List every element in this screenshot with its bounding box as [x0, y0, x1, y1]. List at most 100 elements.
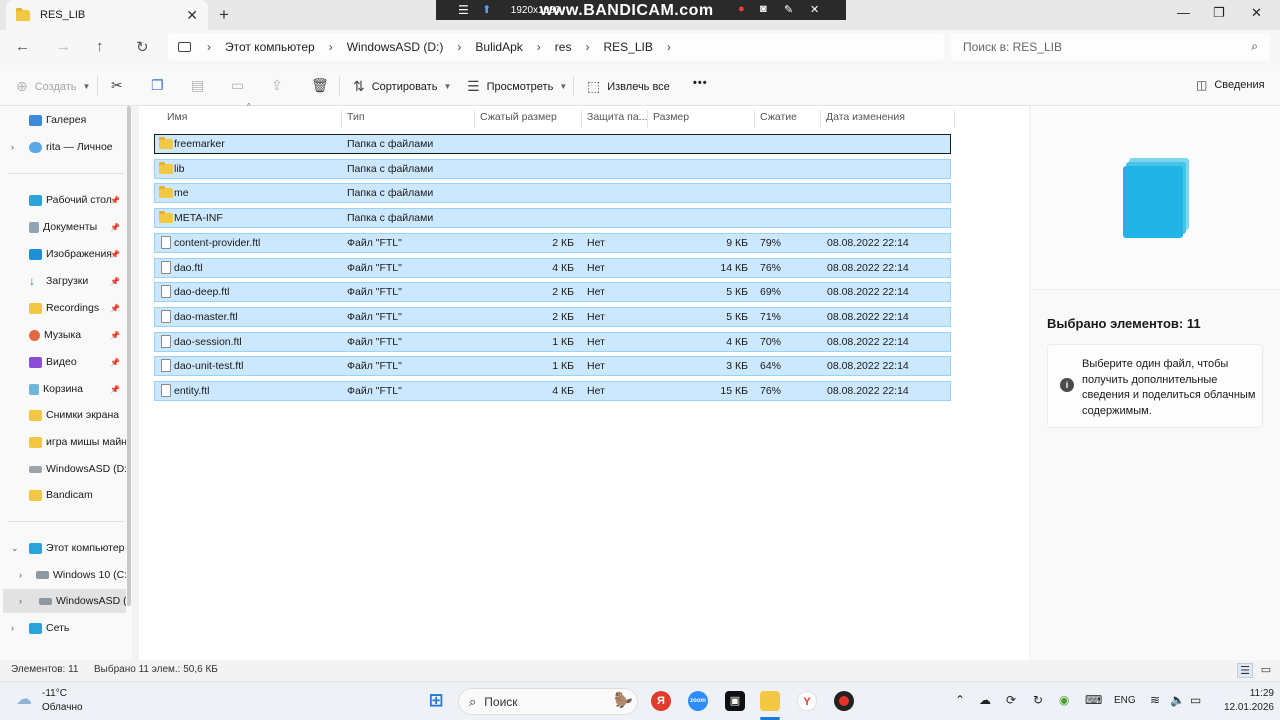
column-divider[interactable]: [647, 110, 648, 128]
language-indicator[interactable]: ENG: [1114, 695, 1136, 706]
sidebar-item-network[interactable]: › Сеть: [0, 616, 126, 640]
file-row[interactable]: dao.ftl Файл "FTL" 4 КБ Нет 14 КБ 76% 08.08.20…: [154, 257, 951, 278]
sidebar-item-gallery[interactable]: Галерея: [0, 108, 126, 132]
breadcrumb-separator[interactable]: ›: [537, 40, 541, 54]
folder-row[interactable]: lib Папка с файлами: [154, 158, 951, 179]
sidebar-item-drive-d-tree[interactable]: › WindowsASD (D: [3, 589, 126, 613]
sidebar-item-documents[interactable]: Документы 📌: [0, 215, 126, 239]
column-divider[interactable]: [581, 110, 582, 128]
cut-button[interactable]: ✂: [111, 77, 130, 94]
chevron-right-icon[interactable]: ›: [11, 623, 14, 633]
column-divider[interactable]: [341, 110, 342, 128]
clock[interactable]: 11:29 12.01.2026: [1208, 687, 1274, 715]
scrollbar[interactable]: [127, 106, 131, 606]
share-button[interactable]: ⇪: [271, 77, 290, 94]
sidebar-item-drive-d[interactable]: WindowsASD (D:): [0, 457, 126, 481]
sidebar-item-desktop[interactable]: Рабочий стол 📌: [0, 188, 126, 212]
refresh-button[interactable]: ↻: [136, 38, 149, 56]
column-header-type[interactable]: Тип: [347, 111, 365, 123]
sidebar-item-videos[interactable]: Видео 📌: [0, 350, 126, 374]
column-divider[interactable]: [820, 110, 821, 128]
camera-icon[interactable]: ◙: [760, 3, 767, 15]
green-app-icon[interactable]: ◉: [1059, 693, 1069, 707]
yandex-icon[interactable]: Я: [651, 691, 671, 711]
file-row[interactable]: content-provider.ftl Файл "FTL" 2 КБ Нет 9 К…: [154, 232, 951, 253]
sidebar-item-recycle-bin[interactable]: Корзина 📌: [0, 377, 126, 401]
file-explorer-icon[interactable]: [760, 691, 780, 711]
chevron-down-icon[interactable]: ⌄: [11, 543, 19, 554]
taskbar-search[interactable]: ⌕ Поиск 🦫: [458, 688, 638, 715]
extract-all-button[interactable]: ⬚ Извлечь все: [587, 78, 670, 95]
breadcrumb-separator[interactable]: ›: [585, 40, 589, 54]
chevron-right-icon[interactable]: ›: [19, 570, 22, 580]
column-header-protection[interactable]: Защита па...: [587, 111, 647, 123]
column-header-date-modified[interactable]: Дата изменения: [826, 111, 905, 123]
breadcrumb-this-pc[interactable]: Этот компьютер: [225, 40, 315, 54]
column-divider[interactable]: [754, 110, 755, 128]
sidebar-item-recordings[interactable]: Recordings 📌: [0, 296, 126, 320]
copy-button[interactable]: ❐: [151, 77, 171, 94]
breadcrumb-separator[interactable]: ›: [207, 40, 211, 54]
column-header-ratio[interactable]: Сжатие: [760, 111, 797, 123]
sidebar-item-bandicam[interactable]: Bandicam: [0, 483, 126, 507]
address-bar[interactable]: › Этот компьютер › WindowsASD (D:) › Bul…: [168, 33, 944, 61]
view-button[interactable]: ☰ Просмотреть ▼: [467, 78, 567, 95]
sidebar-item-pictures[interactable]: Изображения 📌: [0, 242, 126, 266]
battery-icon[interactable]: ▭: [1190, 693, 1201, 707]
sidebar-item-downloads[interactable]: ↓ Загрузки 📌: [0, 269, 126, 293]
breadcrumb-separator[interactable]: ›: [667, 40, 671, 54]
sidebar-item-screenshots[interactable]: Снимки экрана: [0, 403, 126, 427]
refresh-app-icon[interactable]: ↻: [1033, 693, 1043, 707]
onedrive-icon[interactable]: ☁: [979, 693, 991, 707]
sidebar-item-music[interactable]: Музыка 📌: [0, 323, 126, 347]
file-row[interactable]: dao-deep.ftl Файл "FTL" 2 КБ Нет 5 КБ 69% 08.0…: [154, 282, 951, 303]
breadcrumb-drive-d[interactable]: WindowsASD (D:): [347, 40, 444, 54]
close-button[interactable]: ✕: [1251, 5, 1262, 21]
folder-row[interactable]: me Папка с файлами: [154, 183, 951, 204]
chevron-right-icon[interactable]: ›: [19, 596, 22, 606]
rename-button[interactable]: ▭: [231, 77, 251, 94]
file-row[interactable]: entity.ftl Файл "FTL" 4 КБ Нет 15 КБ 76% 08.08…: [154, 381, 951, 401]
sidebar-item-game-folder[interactable]: игра мишы майн: [0, 430, 126, 454]
breadcrumb-res-lib[interactable]: RES_LIB: [603, 40, 652, 54]
column-header-size[interactable]: Размер: [653, 111, 689, 123]
sidebar-item-this-pc[interactable]: ⌄ Этот компьютер: [0, 536, 126, 560]
app-icon[interactable]: ▣: [725, 691, 745, 711]
details-button[interactable]: ◫ Сведения: [1196, 78, 1265, 92]
breadcrumb-separator[interactable]: ›: [457, 40, 461, 54]
bandicam-icon[interactable]: [834, 691, 854, 711]
start-button[interactable]: ⊞: [426, 691, 446, 711]
sidebar-item-onedrive[interactable]: › rita — Личное: [0, 135, 126, 159]
search-box[interactable]: Поиск в: RES_LIB ⌕: [951, 33, 1270, 61]
column-divider[interactable]: [954, 110, 955, 128]
breadcrumb-res[interactable]: res: [555, 40, 572, 54]
breadcrumb-separator[interactable]: ›: [329, 40, 333, 54]
volume-icon[interactable]: 🔈: [1170, 693, 1185, 707]
minimize-button[interactable]: —: [1177, 5, 1190, 20]
forward-button[interactable]: →: [56, 38, 71, 55]
file-row[interactable]: dao-master.ftl Файл "FTL" 2 КБ Нет 5 КБ 71% 08…: [154, 306, 951, 327]
keyboard-icon[interactable]: ⌨: [1085, 693, 1102, 707]
bandicam-close-icon[interactable]: ✕: [810, 3, 819, 16]
pin-icon[interactable]: ⬆: [482, 3, 491, 16]
folder-row[interactable]: freemarker Папка с файлами: [154, 134, 951, 154]
column-header-packed-size[interactable]: Сжатый размер: [480, 111, 557, 123]
column-header-name[interactable]: Имя: [167, 111, 187, 123]
wifi-icon[interactable]: ≋: [1150, 693, 1160, 707]
create-button[interactable]: ⊕ Создать ▼: [16, 78, 90, 95]
folder-row[interactable]: META-INF Папка с файлами: [154, 208, 951, 229]
delete-button[interactable]: 🗑: [311, 77, 336, 94]
column-divider[interactable]: [474, 110, 475, 128]
back-button[interactable]: ←: [15, 38, 30, 55]
chevron-up-icon[interactable]: ⌃: [955, 693, 965, 707]
more-options-button[interactable]: •••: [693, 77, 708, 89]
file-row[interactable]: dao-unit-test.ftl Файл "FTL" 1 КБ Нет 3 КБ 64…: [154, 356, 951, 377]
sidebar-item-drive-c[interactable]: › Windows 10 (C:): [0, 563, 126, 587]
yandex-browser-icon[interactable]: Y: [797, 691, 817, 711]
chevron-right-icon[interactable]: ›: [11, 142, 14, 152]
details-view-button[interactable]: ☰: [1237, 663, 1253, 678]
maximize-button[interactable]: ❐: [1213, 5, 1225, 21]
new-tab-button[interactable]: +: [219, 5, 229, 25]
paste-button[interactable]: ▤: [191, 77, 211, 94]
tab-res-lib[interactable]: RES_LIB ✕: [6, 0, 208, 30]
